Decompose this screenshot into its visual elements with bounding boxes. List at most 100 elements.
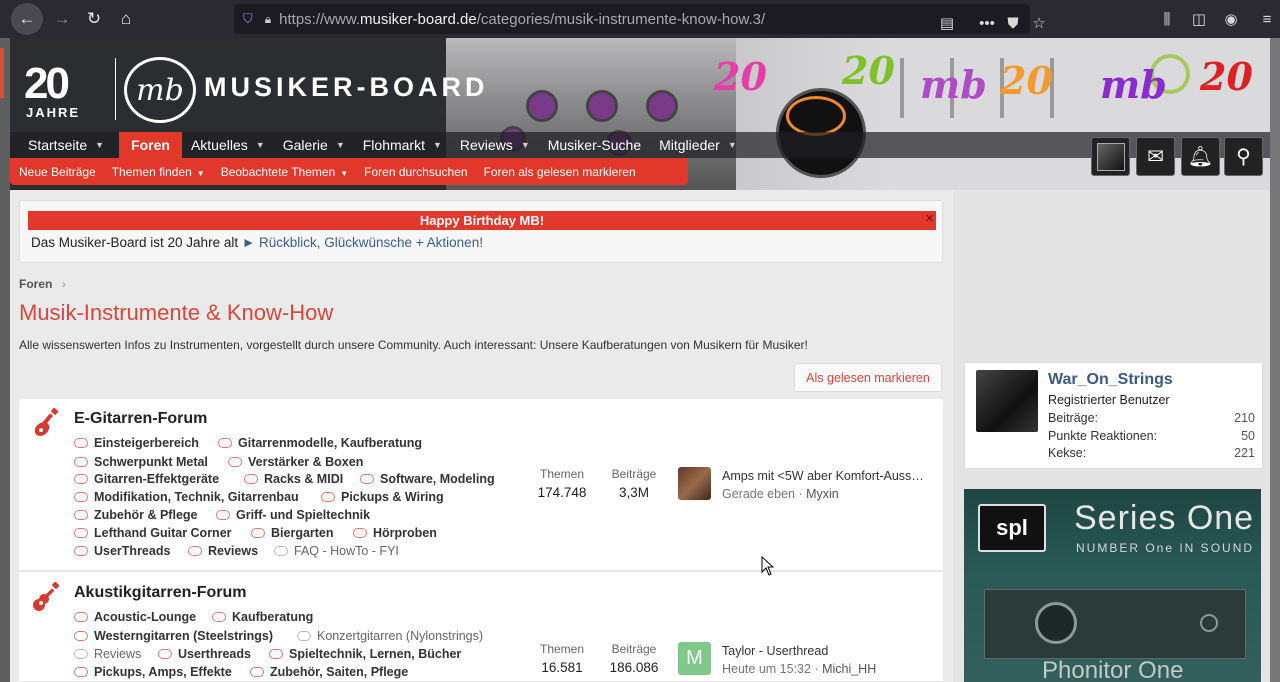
nav-reviews[interactable]: Reviews ▼ <box>451 132 539 158</box>
subforum-link[interactable]: Einsteigerbereich <box>74 436 199 450</box>
subforum-link[interactable]: FAQ - HowTo - FYI <box>274 544 399 558</box>
nav-musiker-suche[interactable]: Musiker-Suche <box>539 132 650 158</box>
subforum-link[interactable]: Acoustic-Lounge <box>74 610 196 624</box>
search-button[interactable]: ⚲ <box>1224 137 1263 176</box>
back-button[interactable]: ← <box>11 3 43 35</box>
subforum-link[interactable]: Reviews <box>74 647 141 661</box>
chat-bubble-icon <box>74 528 88 538</box>
chevron-down-icon[interactable]: ▼ <box>336 140 345 150</box>
subforum-link[interactable]: Biergarten <box>251 526 334 540</box>
subforum-link[interactable]: Zubehör, Saiten, Pflege <box>250 665 408 679</box>
chevron-down-icon[interactable]: ▼ <box>95 140 104 150</box>
subforum-link[interactable]: Modifikation, Technik, Gitarrenbau <box>74 490 299 504</box>
account-avatar-button[interactable] <box>1091 137 1130 176</box>
mark-read-button[interactable]: Als gelesen markieren <box>794 363 942 392</box>
close-icon[interactable]: × <box>925 209 934 228</box>
subforum-link[interactable]: Westerngitarren (Steelstrings) <box>74 629 273 643</box>
logo-text[interactable]: MUSIKER-BOARD <box>204 72 489 103</box>
last-post-user[interactable]: Michi_HH <box>822 662 876 676</box>
subforum-link[interactable]: Verstärker & Boxen <box>228 455 363 469</box>
nav-flohmarkt[interactable]: Flohmarkt ▼ <box>354 132 451 158</box>
user-name[interactable]: War_On_Strings <box>1048 371 1173 389</box>
subforum-link[interactable]: Griff- und Spieltechnik <box>216 508 370 522</box>
sidebar-icon[interactable]: ◫ <box>1186 0 1212 38</box>
chevron-down-icon[interactable]: ▼ <box>340 169 348 178</box>
subforum-link[interactable]: Lefthand Guitar Corner <box>74 526 232 540</box>
scrollbar[interactable] <box>1270 38 1280 682</box>
electric-guitar-icon[interactable] <box>31 408 61 438</box>
more-icon[interactable]: ••• <box>974 4 1000 42</box>
subforum-link[interactable]: Gitarrenmodelle, Kaufberatung <box>218 436 422 450</box>
stat-beitraege: 3,3M <box>618 485 649 500</box>
logo-mb-icon[interactable]: mb <box>124 57 196 123</box>
subforum-link[interactable]: Reviews <box>188 544 258 558</box>
nav-mitglieder[interactable]: Mitglieder ▼ <box>650 132 746 158</box>
subnav-beobachtete-themen[interactable]: Beobachtete Themen ▼ <box>213 165 356 179</box>
subforum-link[interactable]: Kaufberatung <box>212 610 313 624</box>
avatar-letter: M <box>686 647 703 669</box>
pocket-icon[interactable]: ⛊ <box>1000 4 1026 42</box>
subforum-link[interactable]: Zubehör & Pflege <box>74 508 197 522</box>
last-post-user[interactable]: Myxin <box>806 487 839 501</box>
chat-bubble-icon <box>74 612 88 622</box>
forum-title[interactable]: E-Gitarren-Forum <box>74 410 207 428</box>
anniversary-badge-violet: mb <box>1100 62 1167 107</box>
subnav-mark-all-read[interactable]: Foren als gelesen markieren <box>476 165 644 179</box>
library-icon[interactable]: ⫼ <box>1154 0 1180 38</box>
notice-body: Das Musiker-Board ist 20 Jahre alt <box>31 235 242 250</box>
subforum-link[interactable]: Software, Modeling <box>360 472 495 486</box>
subforum-link[interactable]: Pickups & Wiring <box>321 490 444 504</box>
subnav-neue-beitraege[interactable]: Neue Beiträge <box>10 165 104 179</box>
subforum-link[interactable]: Userthreads <box>158 647 251 661</box>
home-button[interactable]: ⌂ <box>110 3 142 35</box>
bookmark-star-icon[interactable]: ☆ <box>1026 4 1052 42</box>
acoustic-guitar-icon[interactable] <box>31 582 61 612</box>
chat-bubble-icon <box>74 667 88 677</box>
subforum-link[interactable]: Konzertgitarren (Nylonstrings) <box>297 629 483 643</box>
last-post-title[interactable]: Amps mit <5W aber Komfort-Auss… <box>722 469 934 483</box>
chevron-down-icon[interactable]: ▼ <box>728 140 737 150</box>
nav-aktuelles[interactable]: Aktuelles ▼ <box>182 132 274 158</box>
subforum-link[interactable]: Hörproben <box>353 526 437 540</box>
subnav-foren-durchsuchen[interactable]: Foren durchsuchen <box>356 165 475 179</box>
arrow-right-icon: ► <box>241 235 256 250</box>
subforum-link[interactable]: Racks & MIDI <box>244 472 343 486</box>
chevron-down-icon[interactable]: ▼ <box>197 169 205 178</box>
subforum-label: Zubehör, Saiten, Pflege <box>270 665 409 679</box>
subforum-label: Griff- und Spieltechnik <box>236 508 371 522</box>
last-post-title[interactable]: Taylor - Userthread <box>722 644 934 658</box>
reader-mode-icon[interactable]: ▤ <box>934 4 960 42</box>
url-bar[interactable]: ⛉ 🔒︎ https://www.musiker-board.de/catego… <box>234 4 1046 34</box>
forward-button[interactable]: → <box>46 3 78 35</box>
subforum-link[interactable]: Pickups, Amps, Effekte <box>74 665 232 679</box>
subforum-link[interactable]: Schwerpunkt Metal <box>74 455 208 469</box>
subnav-label: Foren durchsuchen <box>364 164 468 179</box>
advertisement[interactable]: spl Series One NUMBER One IN SOUND Phoni… <box>964 489 1261 682</box>
subforum-link[interactable]: Gitarren-Effektgeräte <box>74 472 219 486</box>
breadcrumb-foren[interactable]: Foren <box>19 277 52 291</box>
nav-startseite[interactable]: Startseite ▼ <box>19 132 113 158</box>
last-post-avatar[interactable]: M <box>678 642 711 675</box>
forum-title[interactable]: Akustikgitarren-Forum <box>74 584 246 602</box>
banner-mb-badge <box>786 96 846 136</box>
subforum-link[interactable]: Spieltechnik, Lernen, Bücher <box>269 647 461 661</box>
notice-link[interactable]: Rückblick, Glückwünsche + Aktionen! <box>255 235 483 250</box>
account-icon[interactable]: ◉ <box>1218 0 1244 38</box>
chevron-down-icon[interactable]: ▼ <box>256 140 265 150</box>
mouse-cursor-icon <box>761 556 775 576</box>
menu-icon[interactable]: ≡ <box>1254 0 1280 38</box>
messages-button[interactable]: ✉ <box>1136 137 1175 176</box>
alerts-button[interactable]: 🔔︎ <box>1181 137 1220 176</box>
chat-bubble-icon <box>274 546 288 556</box>
nav-galerie[interactable]: Galerie ▼ <box>274 132 354 158</box>
logo-years[interactable]: 20 <box>24 62 70 106</box>
chevron-down-icon[interactable]: ▼ <box>433 140 442 150</box>
reload-button[interactable]: ↻ <box>78 3 110 35</box>
subforum-link[interactable]: UserThreads <box>74 544 170 558</box>
nav-foren[interactable]: Foren <box>119 132 182 158</box>
last-post-avatar[interactable] <box>678 467 711 500</box>
subnav-themen-finden[interactable]: Themen finden ▼ <box>104 165 213 179</box>
user-avatar[interactable] <box>976 370 1038 432</box>
subforum-label: Schwerpunkt Metal <box>94 455 208 469</box>
chevron-down-icon[interactable]: ▼ <box>521 140 530 150</box>
